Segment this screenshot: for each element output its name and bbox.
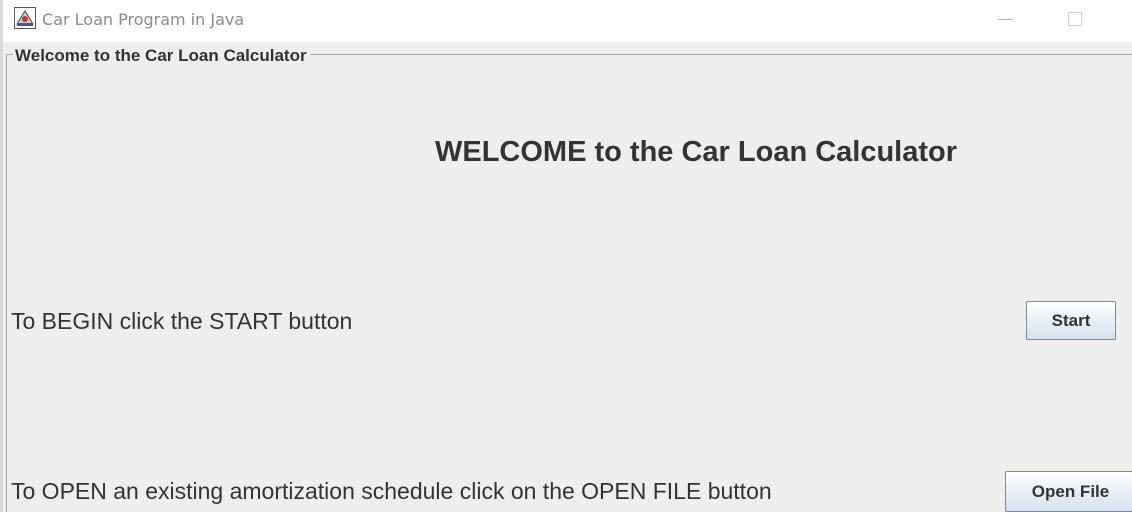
open-instruction: To OPEN an existing amortization schedul… xyxy=(11,478,772,504)
welcome-panel-border xyxy=(6,54,1132,512)
java-app-icon xyxy=(14,7,36,29)
open-file-button[interactable]: Open File xyxy=(1005,471,1132,512)
start-button[interactable]: Start xyxy=(1026,301,1116,340)
title-bar[interactable]: Car Loan Program in Java xyxy=(3,0,1132,42)
begin-instruction: To BEGIN click the START button xyxy=(11,308,353,334)
app-window: Car Loan Program in Java Welcome to the … xyxy=(0,0,1132,512)
maximize-icon xyxy=(1068,12,1082,26)
minimize-icon xyxy=(998,19,1013,20)
window-edge xyxy=(0,0,3,512)
welcome-heading: WELCOME to the Car Loan Calculator xyxy=(435,136,958,168)
maximize-button[interactable] xyxy=(1048,0,1104,40)
minimize-button[interactable] xyxy=(978,0,1034,40)
start-button-label: Start xyxy=(1051,310,1091,330)
open-file-button-label: Open File xyxy=(1031,481,1110,501)
panel-legend: Welcome to the Car Loan Calculator xyxy=(13,46,310,66)
window-title: Car Loan Program in Java xyxy=(42,10,245,29)
